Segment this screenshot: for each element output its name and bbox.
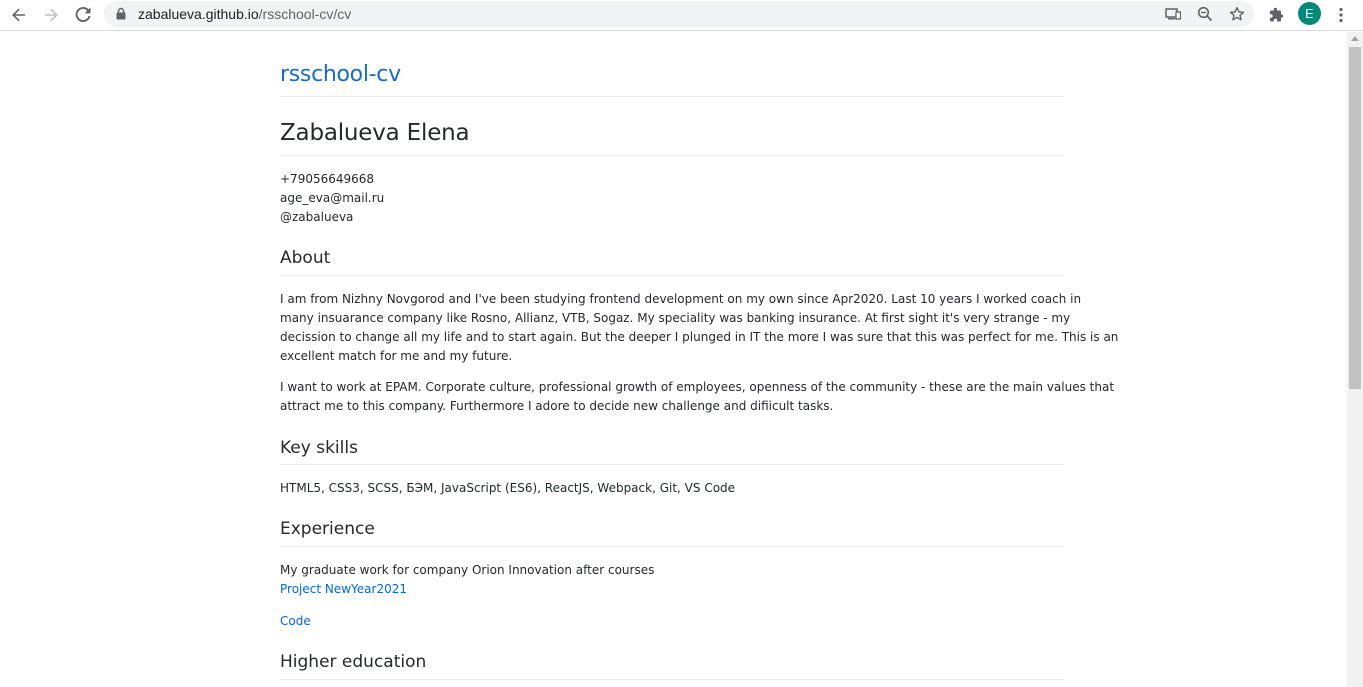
browser-toolbar: zabalueva.github.io/rsschool-cv/cv E [0, 0, 1363, 31]
divider [280, 275, 1064, 276]
contact-email: age_eva@mail.ru [280, 191, 385, 205]
page-viewport: rsschool-cv Zabalueva Elena +79056649668… [0, 32, 1347, 687]
back-icon [12, 8, 25, 22]
bookmark-button[interactable] [1226, 4, 1248, 24]
about-line: many insuarance company like Rosno, Alli… [280, 311, 1071, 325]
scroll-up-arrow-icon[interactable] [1351, 36, 1359, 41]
back-button[interactable] [5, 2, 33, 28]
cast-icon [1165, 8, 1181, 20]
zoom-icon [1197, 6, 1213, 22]
url-path: /rsschool-cv/cv [258, 6, 352, 22]
star-icon [1229, 6, 1245, 21]
about-line: I am from Nizhny Novgorod and I've been … [280, 292, 1082, 306]
reload-button[interactable] [69, 2, 97, 28]
divider [280, 96, 1064, 97]
lock-icon [116, 7, 126, 20]
divider [280, 464, 1064, 465]
menu-icon [1339, 7, 1343, 23]
browser-menu-button[interactable] [1327, 2, 1355, 28]
cast-button[interactable] [1162, 4, 1184, 24]
url-text: zabalueva.github.io/rsschool-cv/cv [138, 6, 351, 22]
profile-avatar[interactable]: E [1298, 2, 1321, 25]
reload-icon [75, 7, 91, 23]
scroll-thumb[interactable] [1349, 47, 1361, 389]
experience-text: My graduate work for company Orion Innov… [280, 563, 655, 577]
about-line: decission to change all my life and to s… [280, 330, 1119, 344]
skills-list: HTML5, CSS3, SCSS, БЭМ, JavaScript (ES6)… [280, 481, 736, 495]
code-link[interactable]: Code [280, 612, 311, 631]
url-host: zabalueva.github.io [138, 6, 259, 22]
divider [280, 679, 1064, 680]
project-link[interactable]: Project NewYear2021 [280, 580, 407, 599]
section-heading-experience: Experience [280, 519, 375, 539]
divider [280, 546, 1064, 547]
about-line: attract me to this company. Furthermore … [280, 399, 834, 413]
contact-phone: +79056649668 [280, 172, 375, 186]
extensions-button[interactable] [1263, 2, 1291, 28]
forward-icon [45, 8, 58, 22]
divider [280, 155, 1064, 156]
extensions-icon [1270, 7, 1284, 22]
page-title: Zabalueva Elena [280, 120, 470, 146]
address-bar[interactable]: zabalueva.github.io/rsschool-cv/cv [104, 1, 1254, 27]
forward-button[interactable] [37, 2, 65, 28]
zoom-button[interactable] [1194, 4, 1216, 24]
section-heading-education: Higher education [280, 652, 427, 672]
about-line: excellent match for me and my future. [280, 349, 513, 363]
site-title-link[interactable]: rsschool-cv [280, 60, 401, 90]
page-scrollbar[interactable] [1347, 32, 1363, 687]
contact-handle: @zabalueva [280, 210, 354, 224]
section-heading-about: About [280, 248, 331, 268]
section-heading-skills: Key skills [280, 438, 358, 458]
about-line: I want to work at EPAM. Corporate cultur… [280, 380, 1115, 394]
